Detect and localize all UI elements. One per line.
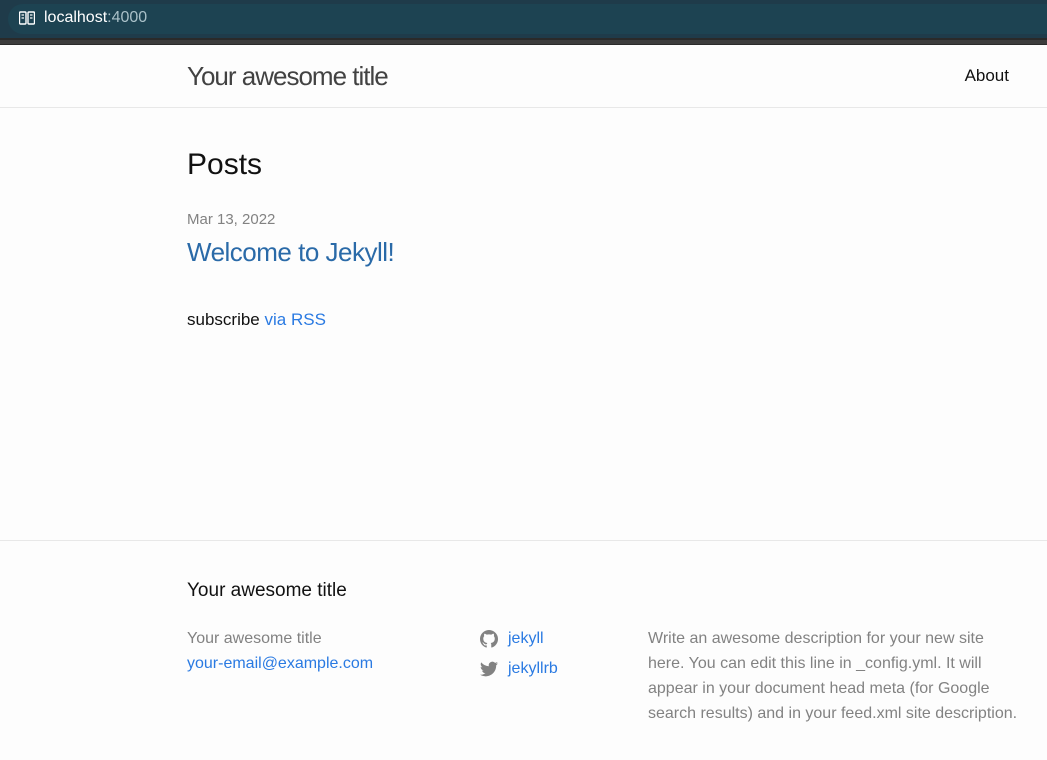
footer-contact: Your awesome title your-email@example.co… xyxy=(187,626,373,676)
toolbar-divider-inner xyxy=(0,40,1047,44)
site-title-link[interactable]: Your awesome title xyxy=(187,61,389,92)
reader-view-icon[interactable] xyxy=(19,11,35,25)
github-link[interactable]: jekyll xyxy=(508,626,544,651)
footer-heading: Your awesome title xyxy=(187,580,347,601)
posts-heading: Posts xyxy=(187,148,263,181)
url-field[interactable] xyxy=(8,4,1047,34)
footer-email-link[interactable]: your-email@example.com xyxy=(187,655,373,672)
url-text[interactable]: localhost:4000 xyxy=(44,9,147,27)
rss-link[interactable]: via RSS xyxy=(265,310,326,329)
twitter-link[interactable]: jekyllrb xyxy=(508,656,558,681)
post-date: Mar 13, 2022 xyxy=(187,211,276,228)
github-icon xyxy=(480,629,498,648)
footer-name: Your awesome title xyxy=(187,630,322,647)
rss-subscribe: subscribe via RSS xyxy=(187,310,326,330)
browser-address-bar: localhost:4000 xyxy=(0,0,1047,38)
post-title-link[interactable]: Welcome to Jekyll! xyxy=(187,237,395,268)
social-item-github: jekyll xyxy=(480,626,558,651)
url-port: :4000 xyxy=(107,9,148,26)
site-footer: Your awesome title Your awesome title yo… xyxy=(0,540,1047,760)
site-header: Your awesome title About xyxy=(0,45,1047,108)
social-item-twitter: jekyllrb xyxy=(480,656,558,681)
rss-prefix: subscribe xyxy=(187,310,260,329)
nav-about-link[interactable]: About xyxy=(965,66,1009,86)
footer-description: Write an awesome description for your ne… xyxy=(648,630,1018,722)
footer-social: jekyll jekyllrb xyxy=(480,626,558,686)
url-host: localhost xyxy=(44,9,108,26)
twitter-icon xyxy=(480,661,498,676)
